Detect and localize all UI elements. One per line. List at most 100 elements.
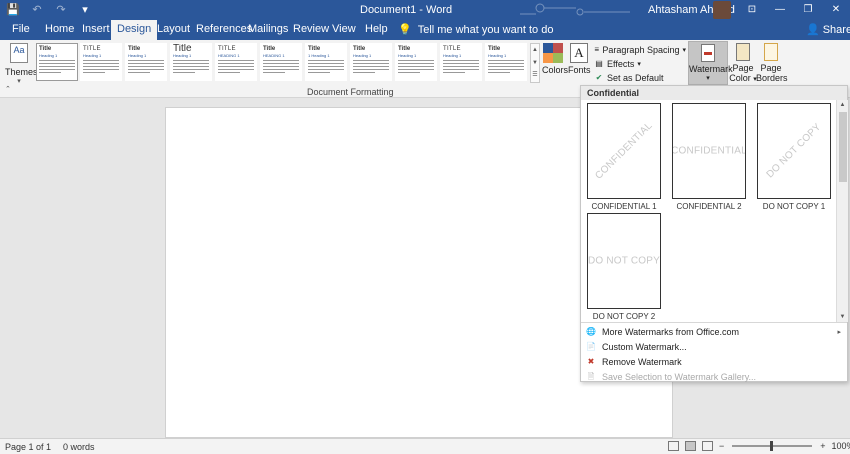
- redo-icon[interactable]: ↷: [54, 2, 68, 18]
- style-set-item[interactable]: Title 1 Heading 1: [305, 43, 347, 81]
- watermark-option[interactable]: DO NOT COPY: [587, 213, 661, 309]
- watermark-option[interactable]: DO NOT COPY: [757, 103, 831, 199]
- style-set-heading: Heading 1: [128, 53, 147, 58]
- color-swatch: [553, 43, 563, 53]
- style-set-title: Title: [128, 46, 141, 52]
- style-set-item[interactable]: Title Heading 1: [485, 43, 527, 81]
- style-set-item[interactable]: TITLE Heading 1: [440, 43, 482, 81]
- avatar[interactable]: [713, 1, 731, 19]
- effects-button[interactable]: ▤ Effects ▾: [594, 57, 686, 71]
- style-set-item[interactable]: TITLE HEADING 1: [215, 43, 257, 81]
- style-set-heading: HEADING 1: [218, 53, 240, 58]
- style-set-item[interactable]: TITLE Heading 1: [80, 43, 122, 81]
- page-color-icon: [736, 43, 750, 61]
- tab-help[interactable]: Help: [365, 23, 388, 35]
- close-icon[interactable]: ✕: [822, 0, 850, 20]
- zoom-in-icon[interactable]: +: [820, 441, 825, 451]
- menu-item-label: Custom Watermark...: [602, 341, 687, 352]
- watermark-option-caption[interactable]: CONFIDENTIAL 1: [579, 202, 669, 211]
- style-set-heading: Heading 1: [443, 53, 462, 58]
- zoom-level[interactable]: 100%: [832, 441, 850, 451]
- style-set-item[interactable]: Title HEADING 1: [260, 43, 302, 81]
- style-set-title: Title: [398, 46, 411, 52]
- menu-item-web[interactable]: 🌐 More Watermarks from Office.com ▸: [581, 324, 847, 339]
- watermark-preview-text: DO NOT COPY: [587, 255, 661, 267]
- zoom-out-icon[interactable]: −: [719, 441, 724, 451]
- scroll-down-icon[interactable]: ▼: [837, 312, 848, 322]
- tab-insert[interactable]: Insert: [82, 23, 110, 35]
- style-set-title: TITLE: [83, 46, 101, 52]
- gallery-scrollbar[interactable]: ▲ ▼: [836, 100, 848, 322]
- tab-design[interactable]: Design: [111, 20, 158, 40]
- tab-references[interactable]: References: [196, 23, 252, 35]
- font-icon: A: [570, 43, 588, 63]
- style-set-title: Title: [173, 43, 192, 54]
- watermark-option-caption[interactable]: DO NOT COPY 2: [579, 312, 669, 321]
- color-swatch: [543, 53, 553, 63]
- remove-icon: ✖: [587, 357, 595, 366]
- undo-icon[interactable]: ↶: [30, 2, 44, 18]
- ribbon-display-options-icon[interactable]: ⊡: [738, 0, 766, 20]
- paragraph-spacing-label: Paragraph Spacing: [602, 45, 680, 55]
- page-count[interactable]: Page 1 of 1: [5, 442, 51, 452]
- collapse-icon[interactable]: ⌃: [5, 85, 11, 93]
- minimize-icon[interactable]: —: [766, 0, 794, 20]
- style-set-heading: HEADING 1: [263, 53, 285, 58]
- style-set-item[interactable]: Title Heading 1: [36, 43, 78, 81]
- status-bar: Page 1 of 1 0 words − + 100%: [0, 438, 850, 454]
- tell-me-search[interactable]: 💡 Tell me what you want to do: [398, 23, 553, 37]
- group-label-document-formatting: Document Formatting: [307, 87, 394, 97]
- gallery-scroll[interactable]: ▲ ▼ ☰: [530, 43, 540, 83]
- tab-view[interactable]: View: [332, 23, 356, 35]
- restore-icon[interactable]: ❐: [794, 0, 822, 20]
- chevron-down-icon: ▾: [706, 75, 710, 82]
- watermark-option[interactable]: CONFIDENTIAL: [672, 103, 746, 199]
- scroll-up-icon[interactable]: ▲: [531, 44, 539, 57]
- scroll-up-icon[interactable]: ▲: [837, 100, 848, 110]
- watermark-option-caption[interactable]: DO NOT COPY 1: [749, 202, 839, 211]
- scroll-down-icon[interactable]: ▼: [531, 57, 539, 70]
- submenu-arrow-icon: ▸: [837, 328, 841, 336]
- style-set-title: TITLE: [218, 46, 236, 52]
- gallery-more-icon[interactable]: ☰: [531, 70, 539, 80]
- style-set-item[interactable]: Title Heading 1: [350, 43, 392, 81]
- paragraph-spacing-button[interactable]: ≡ Paragraph Spacing ▾: [594, 43, 686, 57]
- page-borders-button[interactable]: Page Borders: [756, 43, 788, 83]
- scroll-thumb[interactable]: [839, 112, 847, 182]
- style-set-item[interactable]: Title Heading 1: [170, 43, 212, 81]
- chevron-down-icon: ▾: [17, 78, 21, 85]
- zoom-slider[interactable]: [732, 441, 813, 451]
- style-set-preview-lines: [398, 60, 434, 73]
- tab-layout[interactable]: Layout: [157, 23, 190, 35]
- zoom-slider-thumb[interactable]: [770, 441, 774, 451]
- page-color-button[interactable]: Page Color ▾: [728, 43, 758, 83]
- person-icon: 👤: [806, 24, 820, 36]
- set-as-default-label: Set as Default: [607, 73, 664, 83]
- save-icon[interactable]: 💾: [6, 2, 20, 18]
- read-mode-icon[interactable]: [668, 441, 679, 451]
- set-as-default-button[interactable]: ✔ Set as Default: [594, 71, 686, 85]
- watermark-option[interactable]: CONFIDENTIAL: [587, 103, 661, 199]
- watermark-button[interactable]: Watermark ▾: [688, 41, 733, 85]
- colors-button[interactable]: Colors: [542, 43, 569, 75]
- menu-item-save-gallery: 🗎 Save Selection to Watermark Gallery...: [581, 369, 847, 384]
- style-set-item[interactable]: Title Heading 1: [395, 43, 437, 81]
- customize-qat-icon[interactable]: ▾: [78, 2, 92, 18]
- style-set-item[interactable]: Title Heading 1: [125, 43, 167, 81]
- tab-mailings[interactable]: Mailings: [248, 23, 288, 35]
- title-bar: 💾 ↶ ↷ ▾ Document1 - Word Ahtasham Ahmad …: [0, 0, 850, 20]
- menu-item-page[interactable]: 📄 Custom Watermark...: [581, 339, 847, 354]
- watermark-option-caption[interactable]: CONFIDENTIAL 2: [664, 202, 754, 211]
- fonts-button[interactable]: A Fonts: [568, 43, 591, 75]
- themes-button[interactable]: Aa Themes ▾: [5, 43, 38, 85]
- tab-home[interactable]: Home: [45, 23, 74, 35]
- word-count[interactable]: 0 words: [63, 442, 95, 452]
- page-color-label-1: Page: [732, 63, 754, 73]
- menu-item-remove[interactable]: ✖ Remove Watermark: [581, 354, 847, 369]
- tab-file[interactable]: File: [12, 23, 30, 35]
- tab-review[interactable]: Review: [293, 23, 329, 35]
- web-layout-icon[interactable]: [702, 441, 713, 451]
- share-button[interactable]: 👤 Share: [806, 23, 850, 37]
- print-layout-icon[interactable]: [685, 441, 696, 451]
- colors-label: Colors: [542, 65, 569, 75]
